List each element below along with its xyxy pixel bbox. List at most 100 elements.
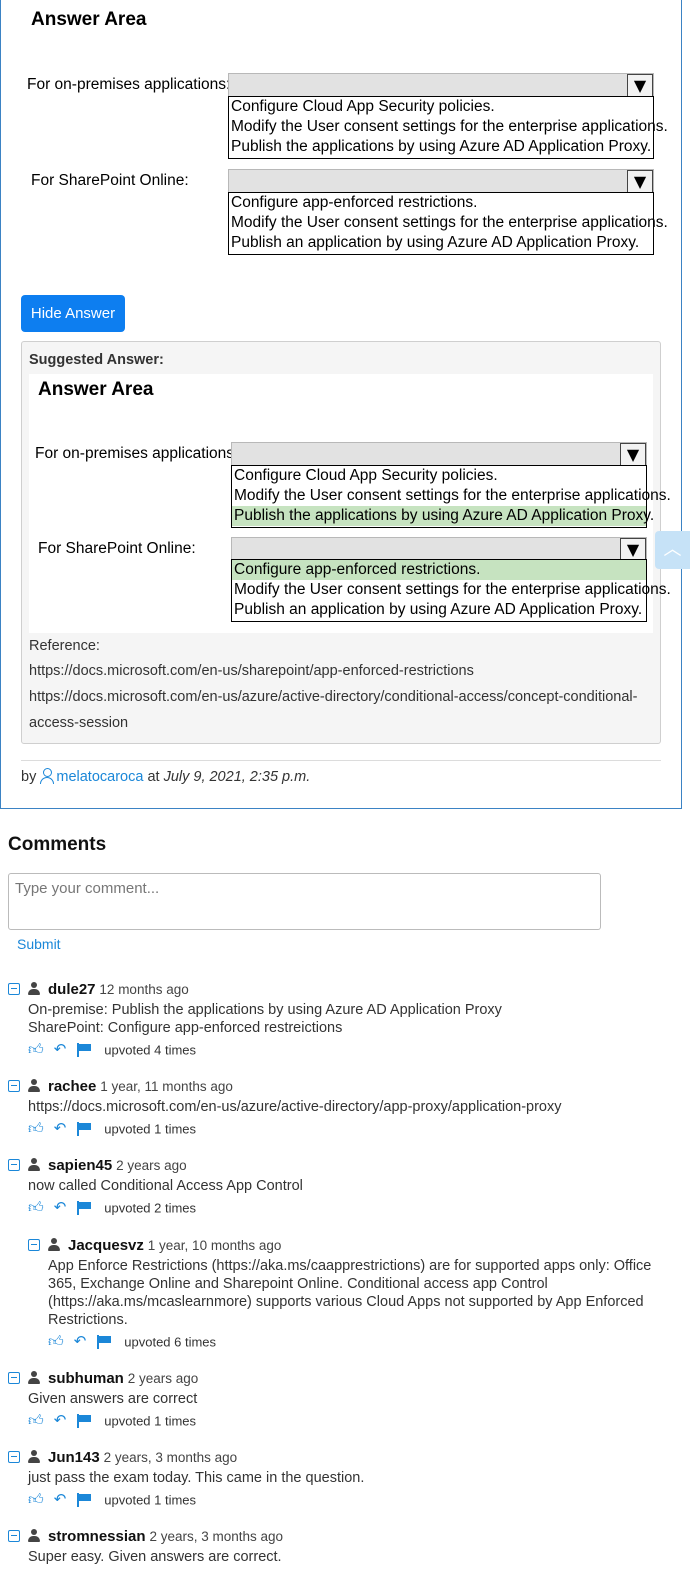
comment-header: Jacquesvz 1 year, 10 months ago (28, 1237, 680, 1255)
divider (21, 760, 661, 761)
flag-icon[interactable] (76, 1122, 92, 1136)
person-icon (28, 1450, 40, 1463)
person-icon (28, 1079, 40, 1092)
collapse-icon[interactable] (8, 983, 20, 995)
collapse-icon[interactable] (28, 1239, 40, 1251)
row2-option[interactable]: Publish an application by using Azure AD… (229, 233, 653, 253)
thumbs-up-icon[interactable]: 👍︎ (28, 1199, 44, 1217)
comment-header: subhuman 2 years ago (8, 1370, 680, 1388)
comment: Jun143 2 years, 3 months ago just pass th… (8, 1449, 680, 1511)
hide-answer-button[interactable]: Hide Answer (21, 295, 125, 332)
comment: subhuman 2 years ago Given answers are co… (8, 1370, 680, 1432)
comment-header: Jun143 2 years, 3 months ago (8, 1449, 680, 1467)
thumbs-up-icon[interactable]: 👍︎ (28, 1491, 44, 1509)
comment: stromnessian 2 years, 3 months ago Super … (8, 1528, 680, 1566)
user-icon (40, 768, 55, 784)
upvote-count: upvoted 1 times (104, 1121, 197, 1137)
flag-icon[interactable] (76, 1414, 92, 1428)
row2-dropdown[interactable]: ▼ (228, 169, 654, 194)
chevron-down-icon[interactable]: ▼ (627, 170, 653, 194)
thumbs-up-icon[interactable]: 👍︎ (28, 1120, 44, 1138)
comment-username[interactable]: Jacquesvz (68, 1237, 144, 1254)
row1-dropdown[interactable]: ▼ (228, 73, 654, 98)
comment-username[interactable]: Jun143 (48, 1449, 100, 1466)
chevron-down-icon: ▼ (620, 443, 646, 467)
row1-option[interactable]: Modify the User consent settings for the… (229, 117, 668, 137)
suggested-row2-dropdown: ▼ (231, 537, 647, 562)
flag-icon[interactable] (76, 1493, 92, 1507)
reference-link[interactable]: https://docs.microsoft.com/en-us/sharepo… (29, 663, 474, 679)
collapse-icon[interactable] (8, 1451, 20, 1463)
thumbs-up-icon[interactable]: 👍︎ (28, 1412, 44, 1430)
comment-input[interactable] (8, 873, 601, 930)
collapse-icon[interactable] (8, 1159, 20, 1171)
person-icon (48, 1238, 60, 1251)
comment-actions: 👍︎ ↶ upvoted 1 times (8, 1412, 680, 1432)
reference-link[interactable]: https://docs.microsoft.com/en-us/azure/a… (29, 689, 637, 705)
reply-icon[interactable]: ↶ (54, 1412, 67, 1430)
author-link[interactable]: melatocaroca (56, 769, 143, 785)
thumbs-up-icon[interactable]: 👍︎ (28, 1041, 44, 1059)
comment-line: https://docs.microsoft.com/en-us/azure/a… (28, 1099, 562, 1115)
comment: rachee 1 year, 11 months ago https://docs… (8, 1078, 680, 1140)
comment-line: Restrictions. (48, 1312, 128, 1328)
scroll-to-top-button[interactable]: ︿ (655, 531, 690, 569)
comments-heading: Comments (8, 834, 107, 855)
suggested-row1-option: Configure Cloud App Security policies. (234, 467, 498, 484)
comment-time: 1 year, 10 months ago (147, 1238, 282, 1253)
comment-body: On-premise: Publish the applications by … (8, 1001, 680, 1037)
comment-header: sapien45 2 years ago (8, 1157, 680, 1175)
comment-time: 12 months ago (99, 982, 189, 997)
reply-icon[interactable]: ↶ (54, 1120, 67, 1138)
person-icon (28, 1158, 40, 1171)
comment-username[interactable]: stromnessian (48, 1528, 146, 1545)
comment-actions: 👍︎ ↶ upvoted 2 times (8, 1199, 680, 1219)
upvote-count: upvoted 2 times (104, 1200, 197, 1216)
chevron-down-icon[interactable]: ▼ (627, 74, 653, 98)
row1-option[interactable]: Publish the applications by using Azure … (229, 137, 653, 157)
reply-icon[interactable]: ↶ (54, 1199, 67, 1217)
byline-at: at (147, 769, 160, 785)
flag-icon[interactable] (96, 1335, 112, 1349)
comment-line: just pass the exam today. This came in t… (28, 1470, 365, 1486)
comment-actions: 👍︎ ↶ upvoted 1 times (8, 1491, 680, 1511)
comment-line: 365, Exchange Online and Sharepoint Onli… (48, 1276, 548, 1292)
comment-header: dule27 12 months ago (8, 981, 680, 999)
comment-time: 1 year, 11 months ago (100, 1079, 233, 1094)
comment-username[interactable]: rachee (48, 1078, 96, 1095)
row1-option[interactable]: Configure Cloud App Security policies. (229, 97, 653, 117)
comment-username[interactable]: subhuman (48, 1370, 124, 1387)
comment-line: now called Conditional Access App Contro… (28, 1178, 303, 1194)
row1-label: For on-premises applications: (27, 76, 231, 93)
collapse-icon[interactable] (8, 1372, 20, 1384)
comment-time: 2 years ago (127, 1371, 199, 1386)
comment-username[interactable]: dule27 (48, 981, 96, 998)
person-icon (28, 982, 40, 995)
reply-icon[interactable]: ↶ (74, 1333, 87, 1351)
comment-body: Super easy. Given answers are correct. (8, 1548, 680, 1566)
comment-line: App Enforce Restrictions (https://aka.ms… (48, 1258, 652, 1274)
upvote-count: upvoted 4 times (104, 1042, 197, 1058)
suggested-row1-dropdown: ▼ (231, 442, 647, 467)
comment-line: SharePoint: Configure app-enforced restr… (28, 1020, 343, 1036)
row2-option[interactable]: Modify the User consent settings for the… (229, 213, 668, 233)
reply-icon[interactable]: ↶ (54, 1041, 67, 1059)
flag-icon[interactable] (76, 1201, 92, 1215)
collapse-icon[interactable] (8, 1080, 20, 1092)
flag-icon[interactable] (76, 1043, 92, 1057)
comment-username[interactable]: sapien45 (48, 1157, 112, 1174)
byline-prefix: by (21, 769, 37, 785)
reference-link-continued[interactable]: access-session (29, 715, 128, 731)
row2-option[interactable]: Configure app-enforced restrictions. (229, 193, 653, 213)
suggested-row2-label: For SharePoint Online: (38, 540, 196, 557)
comment-header: rachee 1 year, 11 months ago (8, 1078, 680, 1096)
collapse-icon[interactable] (8, 1530, 20, 1542)
reply-icon[interactable]: ↶ (54, 1491, 67, 1509)
comment-actions: 👍︎ ↶ upvoted 4 times (8, 1041, 680, 1061)
submit-button[interactable]: Submit (17, 936, 61, 952)
comment-line: On-premise: Publish the applications by … (28, 1002, 502, 1018)
person-icon (28, 1529, 40, 1542)
suggested-answer-area-title: Answer Area (38, 379, 154, 400)
comment-time: 2 years, 3 months ago (103, 1450, 238, 1465)
thumbs-up-icon[interactable]: 👍︎ (48, 1333, 64, 1351)
